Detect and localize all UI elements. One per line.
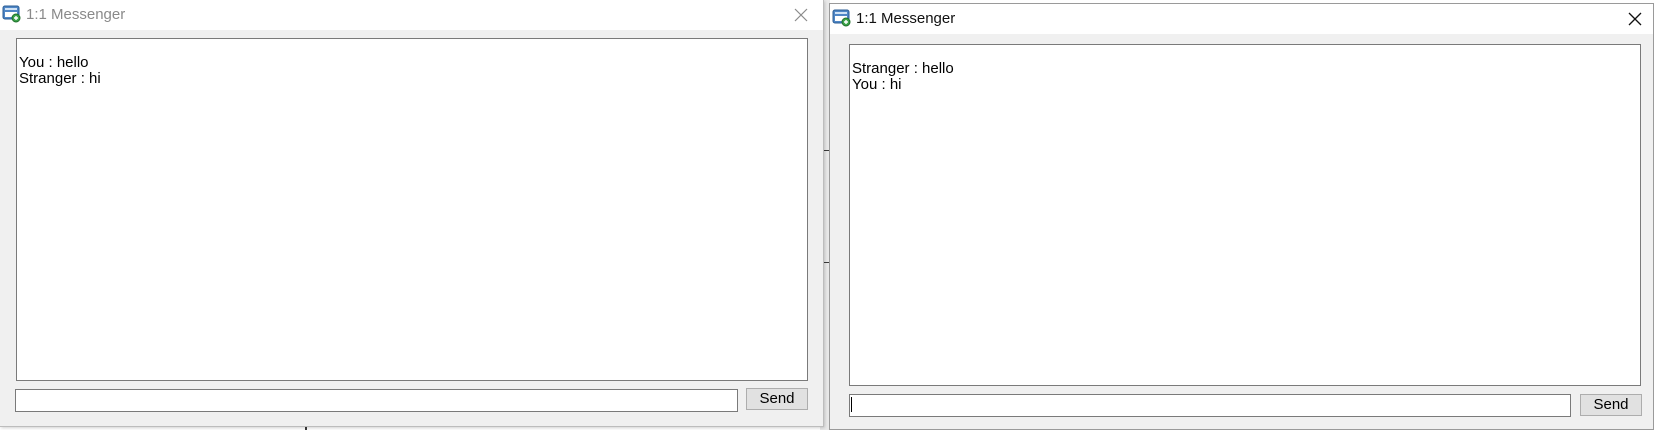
title-bar[interactable]: 1:1 Messenger [0, 0, 823, 30]
chat-log[interactable]: You : hello Stranger : hi [16, 38, 808, 381]
messenger-app-icon [832, 9, 851, 27]
message-input[interactable] [15, 389, 738, 412]
messenger-window-left: 1:1 Messenger You : hello Stranger : hi … [0, 0, 824, 427]
send-button[interactable]: Send [1580, 394, 1642, 416]
chat-message: Stranger : hello [852, 60, 954, 77]
chat-message: You : hello [19, 54, 89, 71]
window-title: 1:1 Messenger [26, 6, 126, 23]
message-input[interactable] [849, 394, 1571, 417]
desktop: 1:1 Messenger You : hello Stranger : hi … [0, 0, 1654, 430]
close-icon[interactable] [787, 2, 815, 28]
close-icon[interactable] [1621, 6, 1649, 32]
chat-message: You : hi [852, 76, 902, 93]
messenger-app-icon [2, 5, 21, 23]
chat-message: Stranger : hi [19, 70, 101, 87]
text-caret [851, 397, 852, 412]
title-bar[interactable]: 1:1 Messenger [830, 4, 1653, 34]
message-input-wrapper [849, 394, 1571, 417]
chat-log[interactable]: Stranger : hello You : hi [849, 44, 1641, 386]
messenger-window-right: 1:1 Messenger Stranger : hello You : hi … [829, 3, 1654, 430]
window-title: 1:1 Messenger [856, 10, 956, 27]
send-button[interactable]: Send [746, 388, 808, 410]
